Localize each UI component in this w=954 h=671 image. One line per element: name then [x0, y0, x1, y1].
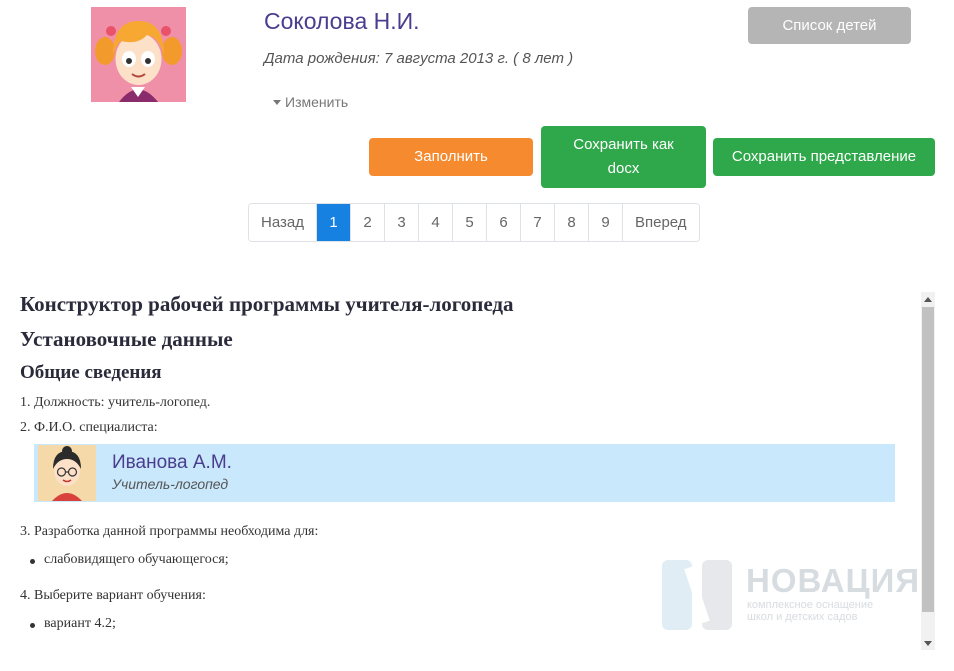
page-9[interactable]: 9	[588, 204, 623, 241]
page-4[interactable]: 4	[418, 204, 453, 241]
pagination: Назад 1 2 3 4 5 6 7 8 9 Вперед	[248, 203, 700, 242]
save-docx-button[interactable]: Сохранить как docx	[541, 126, 706, 188]
page-5[interactable]: 5	[452, 204, 487, 241]
caret-down-icon	[273, 99, 281, 105]
scroll-up-button[interactable]	[921, 292, 935, 306]
edit-label: Изменить	[285, 94, 349, 110]
document-content[interactable]: Конструктор рабочей программы учителя-ло…	[0, 288, 920, 650]
page-2[interactable]: 2	[350, 204, 385, 241]
girl-avatar-icon	[91, 7, 186, 102]
birth-date: Дата рождения: 7 августа 2013 г. ( 8 лет…	[264, 50, 574, 67]
list-item: вариант 4.2;	[30, 616, 116, 631]
teacher-avatar-icon	[38, 445, 96, 501]
child-name: Соколова Н.И.	[264, 8, 420, 34]
page-1[interactable]: 1	[316, 204, 351, 241]
arrow-down-icon	[924, 640, 932, 646]
child-avatar	[91, 7, 186, 102]
document-title: Конструктор рабочей программы учителя-ло…	[20, 292, 514, 316]
arrow-up-icon	[924, 296, 932, 302]
scroll-thumb[interactable]	[922, 307, 934, 612]
subsection-heading: Общие сведения	[20, 362, 162, 383]
specialist-photo	[38, 445, 96, 501]
page-3[interactable]: 3	[384, 204, 419, 241]
list-item: слабовидящего обучающегося;	[30, 552, 229, 567]
item-purpose: 3. Разработка данной программы необходим…	[20, 524, 319, 539]
fill-button[interactable]: Заполнить	[369, 138, 533, 176]
item-variant: 4. Выберите вариант обучения:	[20, 588, 206, 603]
item-position: 1. Должность: учитель-логопед.	[20, 395, 211, 410]
page-prev[interactable]: Назад	[249, 204, 317, 241]
page-6[interactable]: 6	[486, 204, 521, 241]
save-view-button[interactable]: Сохранить представление	[713, 138, 935, 176]
specialist-name: Иванова А.М.	[112, 452, 232, 473]
children-list-button[interactable]: Список детей	[748, 7, 911, 44]
section-heading: Установочные данные	[20, 327, 233, 351]
page-next[interactable]: Вперед	[622, 204, 699, 241]
content-scrollbar[interactable]	[921, 292, 935, 650]
page-7[interactable]: 7	[520, 204, 555, 241]
edit-toggle[interactable]: Изменить	[273, 94, 348, 110]
item-specialist-label: 2. Ф.И.О. специалиста:	[20, 420, 158, 435]
specialist-role: Учитель-логопед	[112, 476, 229, 492]
specialist-card: Иванова А.М. Учитель-логопед	[34, 444, 895, 502]
scroll-down-button[interactable]	[921, 636, 935, 650]
page-8[interactable]: 8	[554, 204, 589, 241]
